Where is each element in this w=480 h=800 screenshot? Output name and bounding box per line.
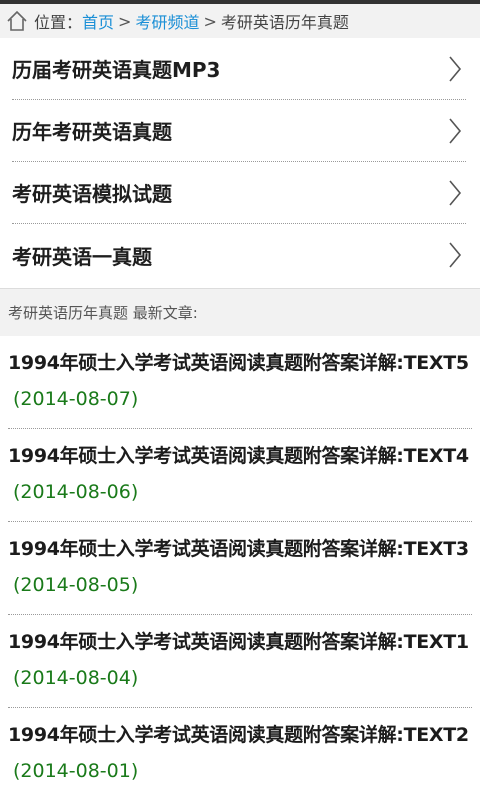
article-date: (2014-08-06) <box>13 481 139 503</box>
article-item[interactable]: 1994年硕士入学考试英语阅读真题附答案详解:TEXT3 (2014-08-05… <box>8 522 472 615</box>
breadcrumb-separator: > <box>118 11 132 31</box>
breadcrumb: 位置： 首页 > 考研频道 > 考研英语历年真题 <box>0 4 480 38</box>
article-title[interactable]: 1994年硕士入学考试英语阅读真题附答案详解:TEXT2 <box>8 720 472 747</box>
chevron-right-icon <box>449 56 462 82</box>
breadcrumb-separator: > <box>203 11 217 31</box>
breadcrumb-prefix: 位置： <box>34 13 83 32</box>
menu-item-mp3[interactable]: 历届考研英语真题MP3 <box>12 38 466 100</box>
article-item[interactable]: 1994年硕士入学考试英语阅读真题附答案详解:TEXT4 (2014-08-06… <box>8 429 472 522</box>
article-date: (2014-08-05) <box>13 574 139 596</box>
article-item[interactable]: 1994年硕士入学考试英语阅读真题附答案详解:TEXT2 (2014-08-01… <box>8 708 472 800</box>
menu-item-past-exams[interactable]: 历年考研英语真题 <box>12 100 466 162</box>
article-date: (2014-08-04) <box>13 667 139 689</box>
article-item[interactable]: 1994年硕士入学考试英语阅读真题附答案详解:TEXT1 (2014-08-04… <box>8 615 472 708</box>
article-title[interactable]: 1994年硕士入学考试英语阅读真题附答案详解:TEXT4 <box>8 441 472 468</box>
article-title[interactable]: 1994年硕士入学考试英语阅读真题附答案详解:TEXT3 <box>8 534 472 561</box>
article-date: (2014-08-07) <box>13 388 139 410</box>
menu-item-english-one[interactable]: 考研英语一真题 <box>12 224 466 286</box>
menu-item-label: 历年考研英语真题 <box>12 120 172 144</box>
latest-articles-header: 考研英语历年真题 最新文章: <box>0 288 480 336</box>
section-title: 考研英语历年真题 最新文章: <box>8 304 198 322</box>
chevron-right-icon <box>449 118 462 144</box>
chevron-right-icon <box>449 242 462 268</box>
chevron-right-icon <box>449 180 462 206</box>
category-menu: 历届考研英语真题MP3 历年考研英语真题 考研英语模拟试题 考研英语一真题 <box>0 38 480 286</box>
breadcrumb-channel-link[interactable]: 考研频道 <box>135 9 199 33</box>
menu-item-label: 考研英语模拟试题 <box>12 182 172 206</box>
menu-item-label: 考研英语一真题 <box>12 244 152 269</box>
breadcrumb-home-link[interactable]: 首页 <box>82 9 114 33</box>
home-icon[interactable] <box>6 10 28 32</box>
article-title[interactable]: 1994年硕士入学考试英语阅读真题附答案详解:TEXT5 <box>8 348 472 375</box>
breadcrumb-current: 考研英语历年真题 <box>220 13 349 32</box>
menu-item-label: 历届考研英语真题MP3 <box>12 58 221 82</box>
menu-item-mock-exams[interactable]: 考研英语模拟试题 <box>12 162 466 224</box>
article-item[interactable]: 1994年硕士入学考试英语阅读真题附答案详解:TEXT5 (2014-08-07… <box>8 336 472 429</box>
article-title[interactable]: 1994年硕士入学考试英语阅读真题附答案详解:TEXT1 <box>8 627 472 654</box>
article-date: (2014-08-01) <box>13 760 139 782</box>
article-list: 1994年硕士入学考试英语阅读真题附答案详解:TEXT5 (2014-08-07… <box>0 336 480 800</box>
